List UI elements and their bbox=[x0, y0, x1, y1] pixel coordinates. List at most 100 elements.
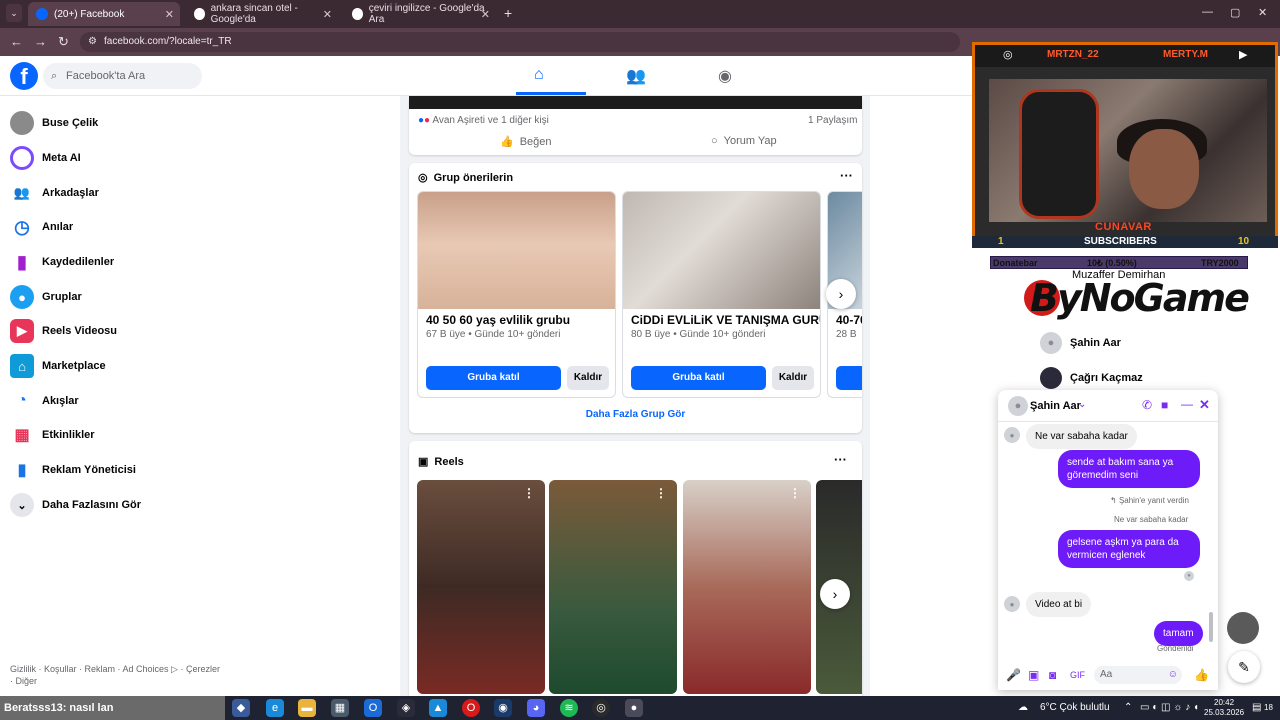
post-shares[interactable]: 1 Paylaşım bbox=[808, 115, 857, 126]
weather-text[interactable]: 6°C Çok bulutlu bbox=[1040, 696, 1110, 720]
minimize-button[interactable]: — bbox=[1202, 6, 1213, 18]
group-name[interactable]: CiDDi EVLiLiK VE TANIŞMA GURU... bbox=[631, 313, 820, 327]
tray-chevron-icon[interactable]: ⌃ bbox=[1124, 696, 1132, 720]
group-name[interactable]: 40 50 60 yaş evlilik grubu bbox=[426, 313, 570, 327]
chat-contact-name[interactable]: Şahin Aar bbox=[1030, 400, 1081, 412]
more-options-icon[interactable]: ··· bbox=[840, 168, 853, 183]
reel-menu-icon[interactable]: ⋮ bbox=[789, 486, 801, 500]
tab-close-icon[interactable]: ✕ bbox=[165, 8, 174, 21]
tab-search-button[interactable]: ⌄ bbox=[6, 4, 22, 22]
comment-button[interactable]: ○ Yorum Yap bbox=[711, 135, 777, 147]
reels-next-button[interactable]: › bbox=[820, 579, 850, 609]
sidebar-item-marketplace[interactable]: ⌂ Marketplace bbox=[10, 351, 106, 381]
see-more-groups-link[interactable]: Daha Fazla Grup Gör bbox=[409, 409, 862, 420]
reload-icon[interactable]: ↻ bbox=[58, 34, 69, 50]
chat-composer: 🎤 ▣ ◙ GIF Aa ☺ 👍 bbox=[998, 660, 1218, 690]
chevron-down-icon[interactable]: ⌄ bbox=[1078, 399, 1086, 410]
sidebar-item-events[interactable]: ▦ Etkinlikler bbox=[10, 420, 95, 450]
post-video[interactable] bbox=[409, 96, 862, 109]
search-input[interactable]: ⌕ Facebook'ta Ara bbox=[43, 63, 202, 89]
reel-menu-icon[interactable]: ⋮ bbox=[655, 486, 667, 500]
forward-icon[interactable]: → bbox=[34, 34, 47, 49]
sidebar-item-feeds[interactable]: ◔ Akışlar bbox=[10, 386, 79, 416]
tray-icons[interactable]: ▭ ◐ ◫ ☼ ♪ ◖ bbox=[1140, 696, 1199, 720]
edge-icon[interactable]: e bbox=[266, 699, 284, 717]
minimize-chat-icon[interactable]: — bbox=[1181, 397, 1193, 411]
site-info-icon[interactable]: ⚙ bbox=[88, 32, 97, 52]
join-group-button[interactable]: Gruba katıl bbox=[426, 366, 561, 390]
window-close-button[interactable]: ✕ bbox=[1258, 6, 1267, 19]
like-button[interactable]: 👍 Beğen bbox=[500, 135, 552, 149]
tab-google-otel[interactable]: ankara sincan otel - Google'da ✕ bbox=[186, 2, 338, 26]
back-icon[interactable]: ← bbox=[10, 34, 23, 49]
friends-nav-icon[interactable]: 👥 bbox=[626, 66, 646, 86]
chrome-icon[interactable]: ● bbox=[625, 699, 643, 717]
file-explorer-icon[interactable]: ▬ bbox=[298, 699, 316, 717]
like-send-icon[interactable]: 👍 bbox=[1194, 668, 1209, 682]
reel-thumbnail[interactable]: ⋮ bbox=[683, 480, 811, 694]
security-icon[interactable]: ◈ bbox=[397, 699, 415, 717]
tab-close-icon[interactable]: ✕ bbox=[323, 8, 332, 21]
overlay-header: ◎ MRTZN_22 MERTY.M ▶ bbox=[975, 45, 1275, 67]
chat-scrollbar[interactable] bbox=[1209, 612, 1213, 642]
steam-icon[interactable]: ◉ bbox=[494, 699, 512, 717]
sticker-icon[interactable]: ◙ bbox=[1049, 668, 1056, 682]
home-icon[interactable]: ⌂ bbox=[534, 66, 544, 84]
tab-close-icon[interactable]: ✕ bbox=[481, 8, 490, 21]
more-options-icon[interactable]: ··· bbox=[834, 452, 847, 467]
join-group-button[interactable] bbox=[836, 366, 862, 390]
group-name[interactable]: 40-70 bbox=[836, 313, 862, 327]
sidebar-item-meta-ai[interactable]: Meta AI bbox=[10, 143, 81, 173]
post-reactions[interactable]: ●● Avan Aşireti ve 1 diğer kişi bbox=[418, 115, 549, 126]
remove-button[interactable]: Kaldır bbox=[772, 366, 814, 390]
reel-thumbnail[interactable]: ⋮ bbox=[549, 480, 677, 694]
feeds-icon: ◔ bbox=[10, 389, 34, 413]
group-card[interactable]: 40 50 60 yaş evlilik grubu 67 B üye • Gü… bbox=[417, 191, 616, 398]
groups-nav-icon[interactable]: ◉ bbox=[718, 66, 732, 86]
opera-icon[interactable]: O bbox=[462, 699, 480, 717]
obs-icon[interactable]: ◎ bbox=[592, 699, 610, 717]
sidebar-item-ads-manager[interactable]: ▮ Reklam Yöneticisi bbox=[10, 455, 136, 485]
new-message-icon[interactable]: ✎ bbox=[1228, 651, 1260, 683]
video-call-icon[interactable]: ■ bbox=[1161, 398, 1168, 412]
gif-icon[interactable]: GIF bbox=[1070, 670, 1085, 680]
chat-head-avatar[interactable] bbox=[1227, 612, 1259, 644]
notification-icon[interactable]: ▤ bbox=[1252, 696, 1261, 720]
url-field[interactable]: ⚙ facebook.com/?locale=tr_TR bbox=[80, 32, 960, 52]
emoji-icon[interactable]: ☺ bbox=[1168, 666, 1178, 684]
sidebar-item-profile[interactable]: Buse Çelik bbox=[10, 108, 98, 138]
sidebar-item-saved[interactable]: ▮ Kaydedilenler bbox=[10, 247, 114, 277]
discord-icon[interactable]: ◕ bbox=[527, 699, 545, 717]
join-group-button[interactable]: Gruba katıl bbox=[631, 366, 766, 390]
sidebar-item-memories[interactable]: ◷ Anılar bbox=[10, 212, 73, 242]
tab-facebook[interactable]: (20+) Facebook ✕ bbox=[28, 2, 180, 26]
system-clock[interactable]: 20:42 25.03.2026 bbox=[1204, 698, 1244, 718]
outlook-icon[interactable]: O bbox=[364, 699, 382, 717]
sidebar-item-friends[interactable]: 👥 Arkadaşlar bbox=[10, 178, 99, 208]
sidebar-item-groups[interactable]: ● Gruplar bbox=[10, 282, 82, 312]
reel-thumbnail[interactable]: ⋮ bbox=[417, 480, 545, 694]
tab-google-ceviri[interactable]: çeviri ingilizce - Google'da Ara ✕ bbox=[344, 2, 496, 26]
new-tab-button[interactable]: + bbox=[504, 5, 512, 21]
image-icon[interactable]: ▣ bbox=[1028, 668, 1039, 682]
carousel-next-button[interactable]: › bbox=[826, 279, 856, 309]
reel-menu-icon[interactable]: ⋮ bbox=[523, 486, 535, 500]
maximize-button[interactable]: ▢ bbox=[1230, 6, 1240, 19]
copilot-icon[interactable]: ◆ bbox=[232, 699, 250, 717]
facebook-logo-icon[interactable]: f bbox=[10, 62, 38, 90]
sidebar-item-see-more[interactable]: ⌄ Daha Fazlasını Gör bbox=[10, 490, 141, 520]
contact-item[interactable]: Çağrı Kaçmaz bbox=[1040, 366, 1143, 390]
group-card[interactable]: CiDDi EVLiLiK VE TANIŞMA GURU... 80 B üy… bbox=[622, 191, 821, 398]
close-chat-icon[interactable]: ✕ bbox=[1199, 397, 1210, 413]
microphone-icon[interactable]: 🎤 bbox=[1006, 668, 1021, 682]
store-icon[interactable]: ▦ bbox=[331, 699, 349, 717]
photos-icon[interactable]: ▲ bbox=[429, 699, 447, 717]
remove-button[interactable]: Kaldır bbox=[567, 366, 609, 390]
contact-item[interactable]: ● Şahin Aar bbox=[1040, 331, 1121, 355]
sidebar-item-reels[interactable]: ▶ Reels Videosu bbox=[10, 316, 117, 346]
message-input[interactable]: Aa ☺ bbox=[1094, 666, 1182, 684]
phone-icon[interactable]: ✆ bbox=[1142, 398, 1152, 412]
reaction-love-icon: ● bbox=[424, 115, 431, 126]
spotify-icon[interactable]: ≋ bbox=[560, 699, 578, 717]
footer-links[interactable]: Gizlilik · Koşullar · Reklam · Ad Choice… bbox=[10, 663, 220, 687]
